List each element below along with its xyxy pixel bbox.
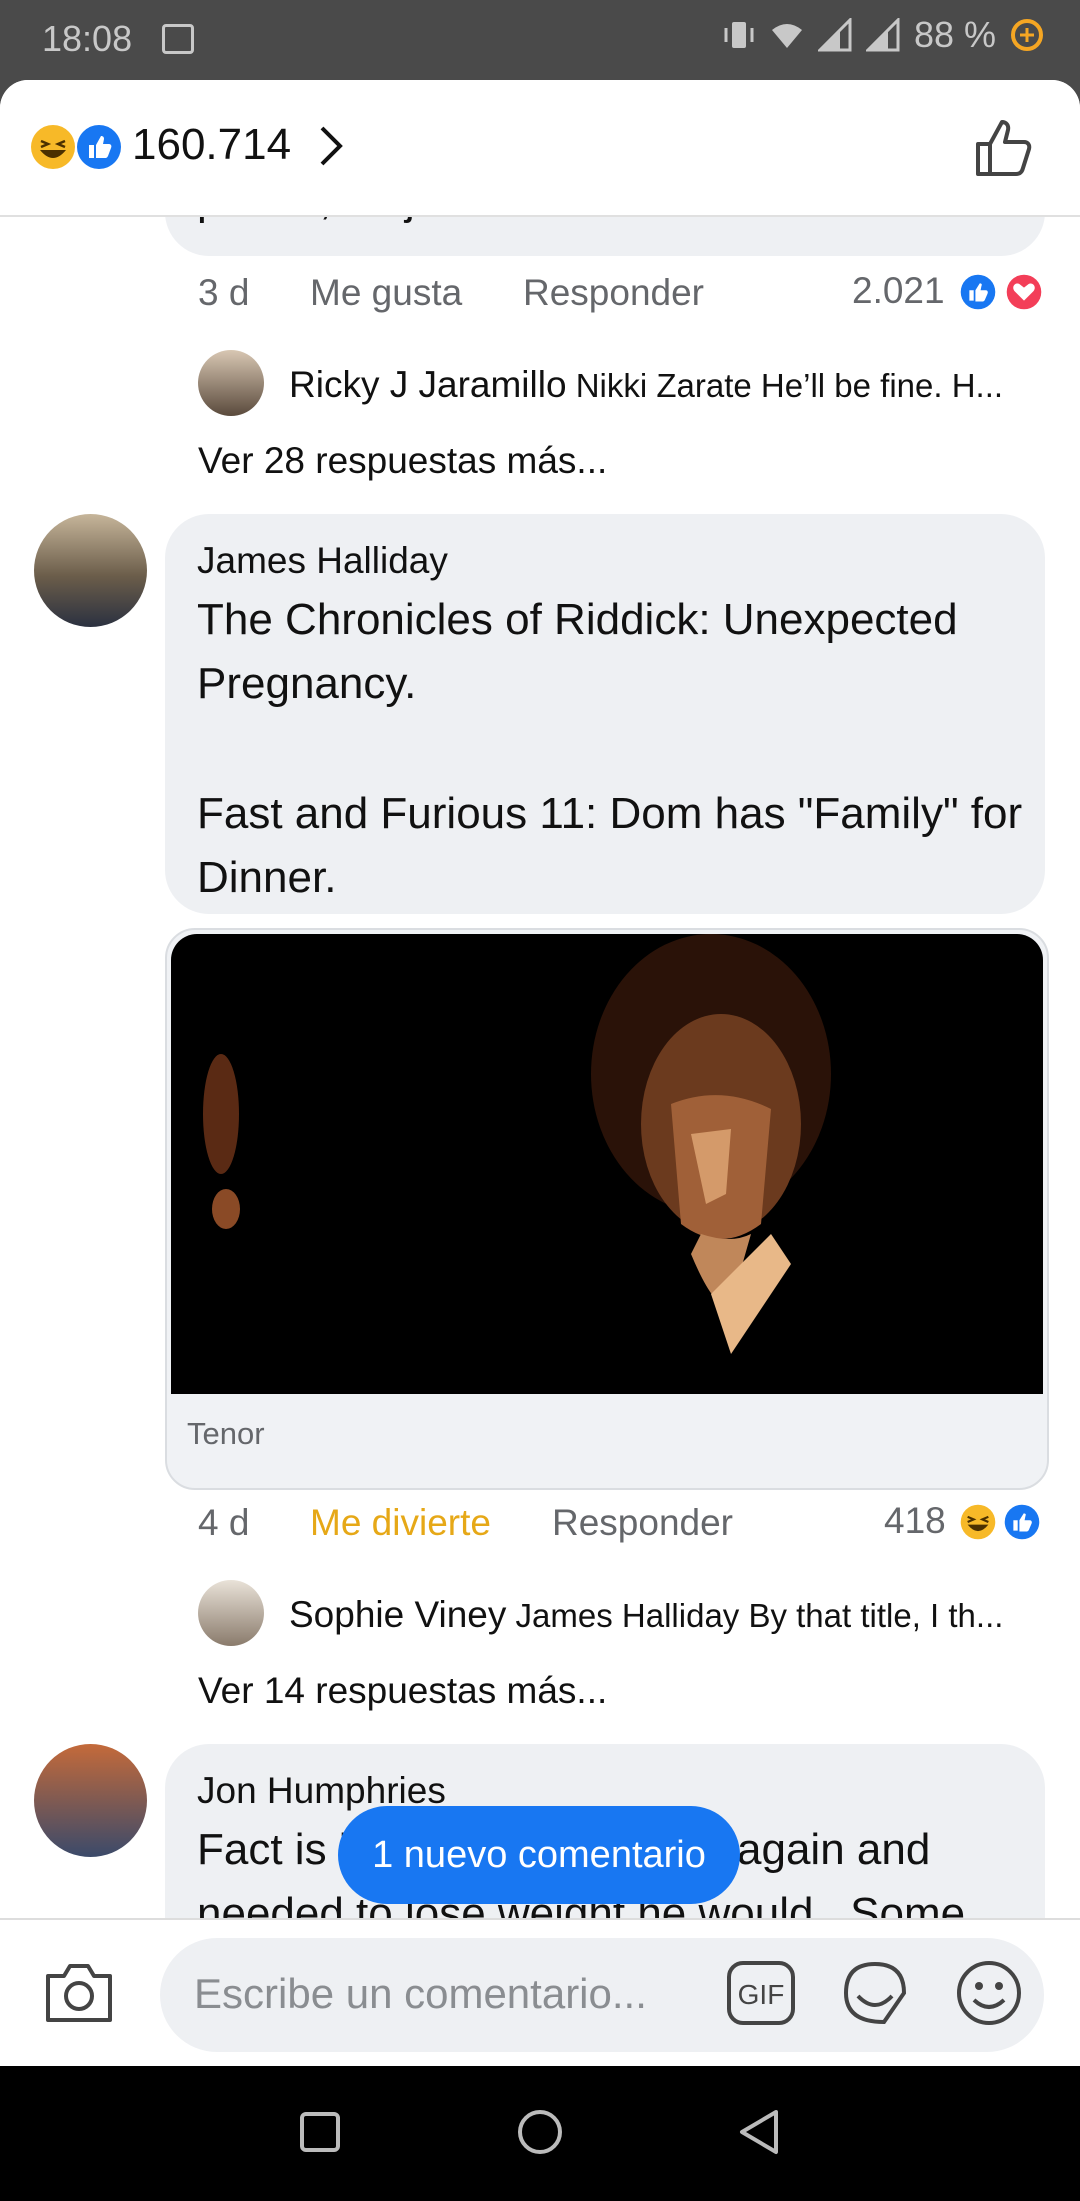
reply-author: Sophie Viney [289, 1594, 507, 1635]
signal-icon [817, 18, 852, 52]
new-comment-button[interactable]: 1 nuevo comentario [338, 1806, 740, 1904]
gif-image [171, 934, 1043, 1394]
like-icon [77, 125, 121, 169]
avatar[interactable] [198, 350, 264, 416]
reaction-count: 2.021 [852, 270, 945, 311]
gif-source: Tenor [187, 1416, 265, 1451]
gif-frame [203, 934, 831, 1354]
gif-icon[interactable]: GIF [726, 1960, 796, 2026]
comment-line: Fact is i [197, 1825, 349, 1874]
reaction-count: 160.714 [132, 120, 292, 169]
chevron-right-icon[interactable] [312, 124, 352, 168]
reactions-header[interactable]: 160.714 [0, 80, 1080, 217]
nav-recents-icon[interactable] [298, 2110, 342, 2154]
view-more-replies[interactable]: Ver 14 respuestas más... [198, 1670, 607, 1712]
nav-home-icon[interactable] [516, 2108, 564, 2156]
battery-percent: 88 % [913, 14, 996, 55]
reply-snippet: Nikki Zarate He’ll be fine. H... [575, 367, 1004, 404]
comment-age: 3 d [198, 272, 250, 313]
wifi-icon [771, 24, 802, 48]
comment-line: Fast and Furious 11: Dom has "Family" fo… [197, 789, 1023, 838]
avatar[interactable] [198, 1580, 264, 1646]
camera-icon[interactable] [44, 1960, 114, 2024]
comment-bubble[interactable]: James Halliday The Chronicles of Riddick… [165, 514, 1045, 914]
status-time: 18:08 [42, 18, 133, 59]
like-icon [1000, 1500, 1044, 1544]
gallery-icon [162, 24, 194, 54]
comment-age: 4 d [198, 1502, 250, 1543]
like-icon [956, 270, 1000, 314]
comment-line: Pregnancy. [197, 659, 417, 708]
comments-list: pound, he just wants to relax! 3 d Me gu… [0, 216, 1080, 1998]
signal-icon [865, 18, 900, 52]
comment-line: again and [737, 1825, 931, 1874]
like-outline-icon[interactable] [974, 116, 1034, 178]
reply-button[interactable]: Responder [552, 1502, 733, 1544]
system-nav-bar [0, 2066, 1080, 2201]
battery-icon [1011, 19, 1043, 51]
view-more-replies[interactable]: Ver 28 respuestas más... [198, 440, 607, 482]
comments-sheet: 160.714 pound, he just wants to relax! 3… [0, 80, 1080, 2066]
comment-line: Dinner. [197, 853, 337, 902]
comment-bubble[interactable]: pound, he just wants to relax! [165, 216, 1045, 256]
comment-placeholder: Escribe un comentario... [194, 1970, 647, 2017]
reply-button[interactable]: Responder [523, 272, 704, 314]
nav-back-icon[interactable] [736, 2108, 782, 2156]
reaction-label[interactable]: Me divierte [310, 1502, 491, 1544]
sticker-icon[interactable] [840, 1958, 910, 2028]
comment-author: James Halliday [197, 540, 448, 581]
reply-author: Ricky J Jaramillo [289, 364, 567, 405]
comment-text: pound, he just wants to relax! [197, 216, 769, 232]
comment-input[interactable]: Escribe un comentario... GIF [160, 1938, 1044, 2052]
gif-attachment[interactable]: Tenor [165, 928, 1049, 1490]
emoji-icon[interactable] [956, 1960, 1022, 2026]
comment-line: The Chronicles of Riddick: Unexpected [197, 595, 958, 644]
haha-icon [31, 125, 75, 169]
reply-preview[interactable]: Sophie Viney James Halliday By that titl… [289, 1594, 1003, 1636]
heart-icon [1002, 270, 1046, 314]
comment-composer: Escribe un comentario... GIF [0, 1918, 1080, 2066]
vibrate-icon [724, 22, 754, 48]
avatar[interactable] [34, 1744, 147, 1857]
svg-text:GIF: GIF [738, 1979, 785, 2010]
status-bar: 18:08 88 % [0, 0, 1080, 80]
reply-preview[interactable]: Ricky J Jaramillo Nikki Zarate He’ll be … [289, 364, 1003, 406]
haha-icon [956, 1500, 1000, 1544]
reaction-count: 418 [884, 1500, 946, 1541]
reply-snippet: James Halliday By that title, I th... [515, 1597, 1004, 1634]
status-icons: 88 % [722, 14, 1044, 56]
like-button[interactable]: Me gusta [310, 272, 462, 314]
avatar[interactable] [34, 514, 147, 627]
